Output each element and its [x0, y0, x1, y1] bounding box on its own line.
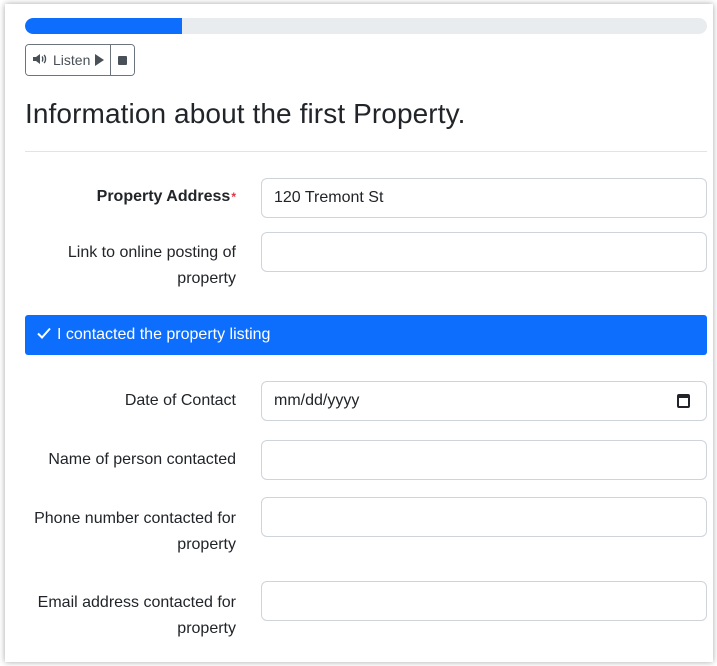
person-name-label: Name of person contacted — [48, 451, 236, 468]
audio-controls: Listen — [25, 44, 136, 76]
stop-button[interactable] — [110, 45, 135, 75]
play-icon — [95, 54, 105, 66]
online-link-input[interactable] — [261, 232, 707, 272]
phone-input[interactable] — [261, 497, 707, 537]
property-address-label: Property Address* — [96, 188, 236, 205]
progress-bar — [25, 18, 707, 34]
date-placeholder: mm/dd/yyyy — [274, 392, 360, 409]
stop-icon — [118, 55, 128, 65]
property-address-input[interactable]: 120 Tremont St — [261, 178, 707, 218]
listen-label: Listen — [53, 52, 91, 68]
calendar-icon[interactable] — [677, 394, 690, 408]
listen-button[interactable]: Listen — [26, 45, 111, 75]
progress-bar-fill — [25, 18, 182, 34]
page-title: Information about the first Property. — [25, 98, 466, 129]
online-link-label: Link to online posting of property — [67, 244, 236, 287]
form-card: Listen Information about the first Prope… — [5, 4, 713, 662]
phone-label: Phone number contacted for property — [34, 510, 236, 553]
email-input[interactable] — [261, 581, 707, 621]
speaker-icon — [32, 52, 48, 69]
check-icon — [37, 326, 51, 344]
contacted-checkbox[interactable]: I contacted the property listing — [25, 315, 707, 355]
contacted-label: I contacted the property listing — [57, 326, 271, 343]
divider — [25, 151, 707, 152]
required-marker: * — [231, 190, 236, 204]
date-of-contact-input[interactable]: mm/dd/yyyy — [261, 381, 707, 421]
date-of-contact-label: Date of Contact — [124, 392, 236, 409]
email-label: Email address contacted for property — [37, 594, 236, 637]
person-name-input[interactable] — [261, 440, 707, 480]
